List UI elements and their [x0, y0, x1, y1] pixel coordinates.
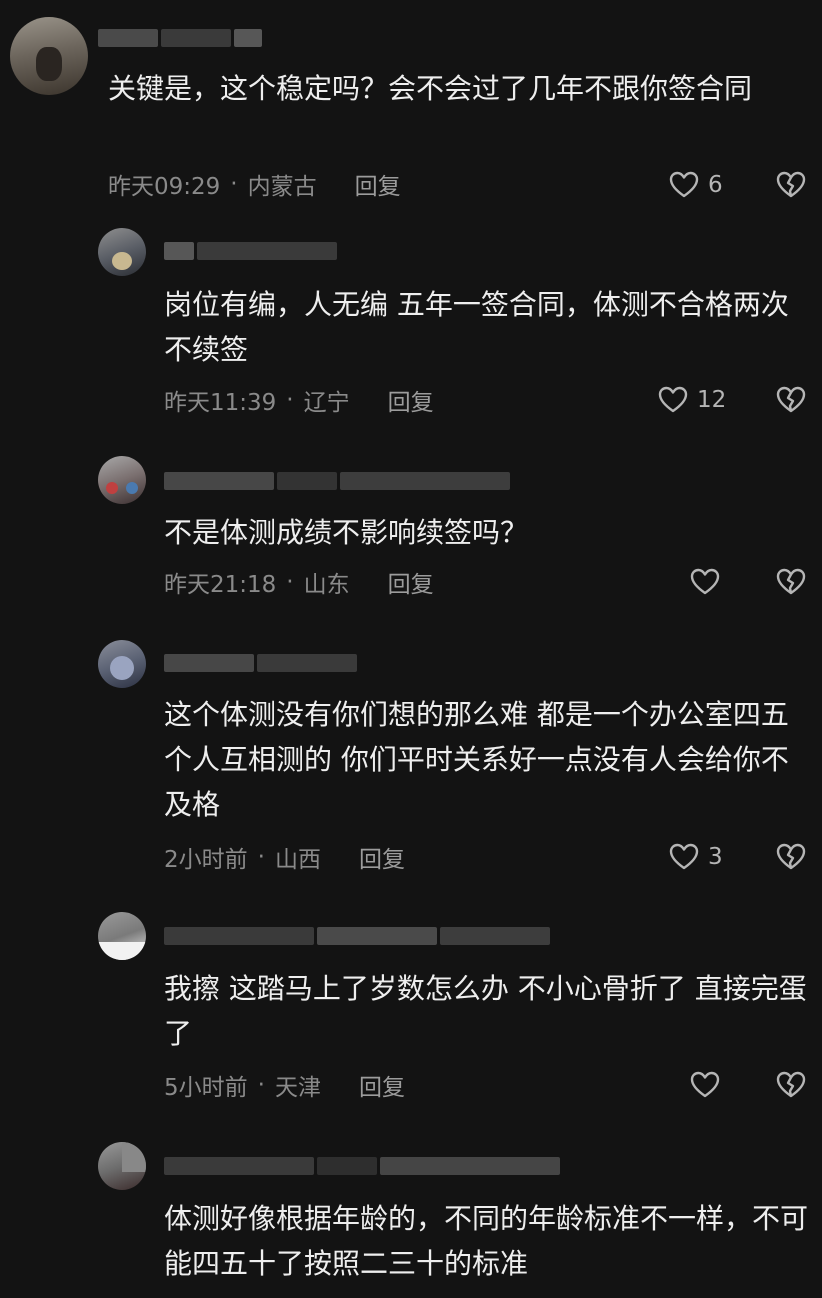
- broken-heart-icon: [775, 1069, 807, 1101]
- reply-button[interactable]: 回复: [359, 1068, 405, 1102]
- comment-text: 岗位有编，人无编 五年一签合同，体测不合格两次不续签: [164, 288, 789, 366]
- username-redacted[interactable]: [164, 470, 510, 492]
- separator: ·: [286, 387, 294, 413]
- comment-text: 体测好像根据年龄的，不同的年龄标准不一样，不可能四五十了按照二三十的标准: [164, 1202, 809, 1280]
- comment-location: 辽宁: [303, 390, 350, 416]
- like-count: 3: [708, 844, 723, 870]
- comment-meta: 昨天21:18 · 山东 回复: [164, 565, 434, 599]
- reply-button[interactable]: 回复: [388, 565, 434, 599]
- dislike-button[interactable]: [775, 384, 807, 416]
- comment-meta: 昨天09:29 · 内蒙古 回复: [108, 167, 401, 201]
- heart-outline-icon: [689, 1069, 721, 1101]
- username-redacted[interactable]: [98, 27, 262, 49]
- comment-time: 昨天09:29: [108, 174, 221, 200]
- broken-heart-icon: [775, 384, 807, 416]
- comment-time: 2小时前: [164, 847, 248, 873]
- avatar[interactable]: [98, 640, 146, 688]
- broken-heart-icon: [775, 169, 807, 201]
- comment-meta: 5小时前 · 天津 回复: [164, 1068, 405, 1102]
- comment-time: 昨天11:39: [164, 390, 277, 416]
- username-redacted[interactable]: [164, 925, 550, 947]
- like-count: 6: [708, 172, 723, 198]
- comment-text: 关键是，这个稳定吗？会不会过了几年不跟你签合同: [108, 72, 753, 105]
- avatar[interactable]: [98, 912, 146, 960]
- avatar[interactable]: [98, 228, 146, 276]
- separator: ·: [286, 569, 294, 595]
- avatar[interactable]: [98, 456, 146, 504]
- separator: ·: [257, 1072, 265, 1098]
- comment-location: 内蒙古: [247, 174, 317, 200]
- comment-location: 山东: [303, 572, 350, 598]
- like-button[interactable]: [689, 566, 729, 598]
- dislike-button[interactable]: [775, 566, 807, 598]
- heart-outline-icon: [657, 384, 689, 416]
- separator: ·: [257, 844, 265, 870]
- comment-location: 天津: [274, 1075, 321, 1101]
- username-redacted[interactable]: [164, 652, 357, 674]
- heart-outline-icon: [689, 566, 721, 598]
- comment-meta: 2小时前 · 山西 回复: [164, 840, 405, 874]
- broken-heart-icon: [775, 566, 807, 598]
- dislike-button[interactable]: [775, 841, 807, 873]
- like-count: 12: [697, 387, 727, 413]
- like-button[interactable]: 6: [668, 169, 723, 201]
- comment-text: 不是体测成绩不影响续签吗？: [164, 516, 529, 549]
- reply-button[interactable]: 回复: [355, 167, 401, 201]
- avatar[interactable]: [10, 17, 88, 95]
- heart-outline-icon: [668, 169, 700, 201]
- username-redacted[interactable]: [164, 1155, 560, 1177]
- comment-meta: 昨天11:39 · 辽宁 回复: [164, 383, 434, 417]
- broken-heart-icon: [775, 841, 807, 873]
- comment-time: 5小时前: [164, 1075, 248, 1101]
- dislike-button[interactable]: [775, 169, 807, 201]
- like-button[interactable]: [689, 1069, 729, 1101]
- comment-location: 山西: [274, 847, 321, 873]
- heart-outline-icon: [668, 841, 700, 873]
- comment-time: 昨天21:18: [164, 572, 277, 598]
- comment-text: 我擦 这踏马上了岁数怎么办 不小心骨折了 直接完蛋了: [164, 972, 807, 1050]
- like-button[interactable]: 12: [657, 384, 726, 416]
- comment-text: 这个体测没有你们想的那么难 都是一个办公室四五个人互相测的 你们平时关系好一点没…: [164, 698, 789, 821]
- reply-button[interactable]: 回复: [359, 840, 405, 874]
- like-button[interactable]: 3: [668, 841, 723, 873]
- username-redacted[interactable]: [164, 240, 337, 262]
- avatar[interactable]: [98, 1142, 146, 1190]
- separator: ·: [230, 171, 238, 197]
- reply-button[interactable]: 回复: [388, 383, 434, 417]
- dislike-button[interactable]: [775, 1069, 807, 1101]
